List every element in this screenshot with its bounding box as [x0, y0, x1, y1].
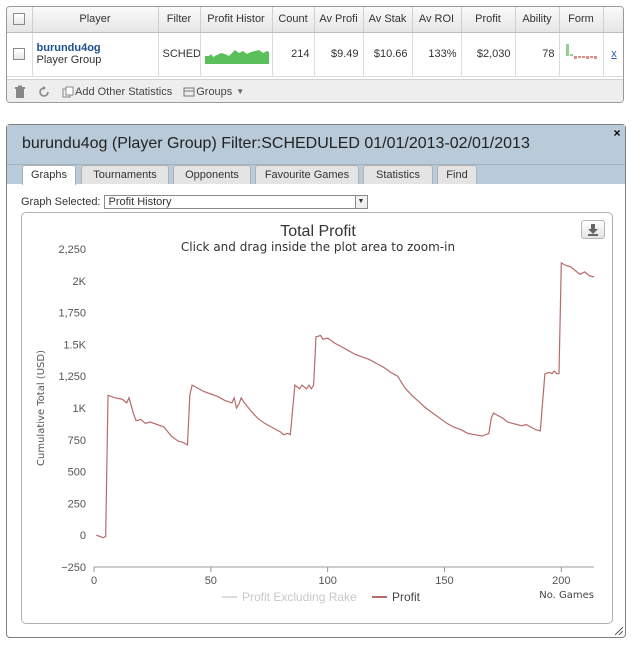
column-header-av-roi[interactable]: Av ROI [412, 7, 462, 33]
add-statistics-label: Add Other Statistics [75, 85, 173, 98]
tab-favourite-games[interactable]: Favourite Games [255, 165, 359, 184]
y-tick-label: 2K [73, 276, 87, 288]
column-header-count[interactable]: Count [272, 7, 315, 33]
form-bar [565, 43, 569, 56]
trash-icon [15, 85, 25, 98]
y-tick-label: 0 [80, 530, 86, 542]
y-tick-label: 250 [68, 498, 86, 510]
form-bar [569, 53, 573, 56]
av-stake-cell: $10.66 [363, 32, 413, 77]
x-tick-label: 200 [552, 575, 570, 587]
column-header-av-profit[interactable]: Av Profi [314, 7, 364, 33]
table-toolbar: Add Other Statistics Groups ▼ [7, 79, 623, 102]
column-header-profit-history[interactable]: Profit Histor [200, 7, 273, 33]
profit-cell: $2,030 [461, 32, 516, 77]
add-statistics-button[interactable]: Add Other Statistics [61, 85, 172, 99]
y-tick-label: 750 [68, 435, 86, 447]
tab-tournaments[interactable]: Tournaments [81, 165, 169, 184]
chart-title: Total Profit [280, 223, 356, 240]
legend-item[interactable]: Profit [392, 590, 421, 604]
graph-select-value: Profit History [108, 196, 172, 208]
y-tick-label: 1.5K [63, 339, 86, 351]
row-checkbox[interactable] [13, 48, 26, 61]
grid-icon [183, 87, 195, 96]
chart-container: Total Profit Click and drag inside the pl… [21, 212, 613, 624]
chevron-down-icon[interactable]: ▼ [354, 196, 367, 208]
count-cell: 214 [272, 32, 315, 77]
form-bar [589, 55, 593, 58]
player-table: Player Filter Profit Histor Count Av Pro… [7, 7, 623, 77]
tab-opponents[interactable]: Opponents [173, 165, 251, 184]
remove-row-link[interactable]: x [611, 48, 617, 60]
dialog-title: burundu4og (Player Group) Filter:SCHEDUL… [22, 135, 530, 152]
player-cell: burundu4og Player Group [32, 32, 159, 77]
form-bar [593, 55, 597, 59]
tab-bar: Graphs Tournaments Opponents Favourite G… [7, 165, 625, 185]
filter-cell: SCHEDUL 01/01/2 02/01/2 [158, 32, 201, 77]
player-type: Player Group [36, 54, 102, 66]
x-tick-label: 100 [318, 575, 336, 587]
profit-history-sparkline [204, 49, 269, 64]
column-header-remove [603, 7, 623, 33]
delete-button[interactable] [13, 85, 27, 99]
form-bar [573, 55, 577, 59]
player-graph-dialog: burundu4og (Player Group) Filter:SCHEDUL… [6, 124, 626, 638]
table-header-row: Player Filter Profit Histor Count Av Pro… [7, 7, 623, 33]
form-bar [577, 55, 581, 58]
x-tick-label: 0 [91, 575, 97, 587]
y-tick-label: 1K [73, 403, 87, 415]
x-tick-label: 150 [435, 575, 453, 587]
av-profit-cell: $9.49 [314, 32, 364, 77]
y-tick-label: 500 [68, 467, 86, 479]
ability-cell: 78 [515, 32, 560, 77]
column-header-filter[interactable]: Filter [158, 7, 201, 33]
download-icon [588, 224, 598, 236]
select-all-header[interactable] [7, 7, 33, 33]
legend-item[interactable]: Profit Excluding Rake [242, 590, 357, 604]
chart-subtitle: Click and drag inside the plot area to z… [181, 240, 455, 254]
series-line-profit [96, 262, 595, 539]
player-name-link[interactable]: burundu4og [37, 42, 154, 54]
profit-history-sparkline-cell [200, 32, 273, 77]
row-select-cell[interactable] [7, 32, 33, 77]
resize-grip-icon[interactable] [615, 627, 623, 635]
copy-icon [62, 86, 74, 97]
select-all-checkbox[interactable] [13, 13, 26, 26]
groups-dropdown[interactable]: Groups ▼ [182, 85, 244, 99]
close-icon[interactable]: × [611, 127, 623, 139]
refresh-button[interactable] [37, 85, 51, 99]
remove-cell[interactable]: x [603, 32, 623, 77]
graph-select-dropdown[interactable]: Profit History ▼ [103, 195, 368, 209]
y-tick-label: 1,750 [58, 308, 86, 320]
column-header-player[interactable]: Player [32, 7, 159, 33]
form-bars [565, 43, 597, 59]
column-header-av-stake[interactable]: Av Stak [363, 7, 413, 33]
form-bar [585, 55, 589, 59]
tab-statistics[interactable]: Statistics [363, 165, 433, 184]
dialog-titlebar[interactable]: burundu4og (Player Group) Filter:SCHEDUL… [7, 125, 625, 165]
column-header-ability[interactable]: Ability [515, 7, 560, 33]
table-row[interactable]: burundu4og Player Group SCHEDUL 01/01/2 … [7, 32, 623, 77]
player-table-panel: Player Filter Profit Histor Count Av Pro… [6, 6, 624, 103]
download-chart-button[interactable] [581, 220, 605, 239]
refresh-icon [39, 85, 49, 97]
y-tick-label: 2,250 [58, 244, 86, 256]
profit-chart[interactable]: Total ProfitClick and drag inside the pl… [22, 213, 612, 623]
y-tick-label: −250 [61, 562, 86, 574]
tab-find[interactable]: Find [437, 165, 477, 184]
x-tick-label: 50 [205, 575, 217, 587]
groups-label: Groups [196, 85, 233, 98]
x-axis-label: No. Games [539, 590, 594, 601]
chevron-down-icon: ▼ [236, 87, 245, 96]
form-bar [581, 55, 585, 58]
av-roi-cell: 133% [412, 32, 462, 77]
form-cell [559, 32, 604, 77]
tab-graphs[interactable]: Graphs [22, 165, 76, 185]
graph-select-row: Graph Selected: Profit History ▼ [21, 195, 368, 209]
column-header-form[interactable]: Form [559, 7, 604, 33]
graph-selected-label: Graph Selected: [21, 196, 101, 208]
column-header-profit[interactable]: Profit [461, 7, 516, 33]
y-tick-label: 1,250 [58, 371, 86, 383]
y-axis-label: Cumulative Total (USD) [36, 350, 47, 466]
